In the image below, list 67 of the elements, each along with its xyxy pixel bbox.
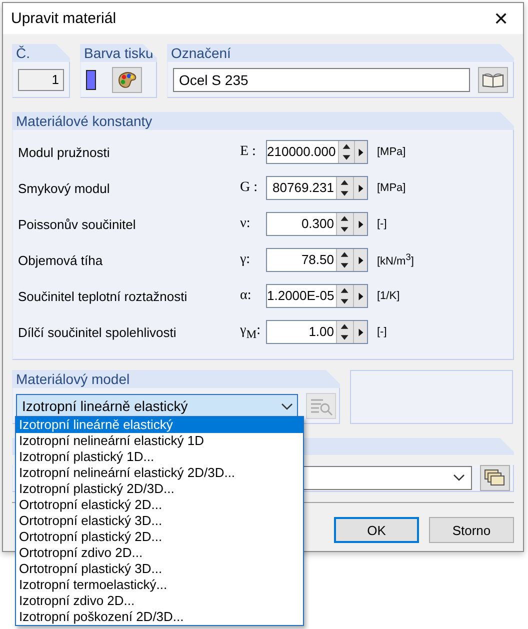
unit-label: [MPa] [376, 146, 406, 158]
dropdown-option[interactable]: Izotropní zdivo 2D... [16, 593, 303, 609]
unit-label: [1/K] [376, 290, 400, 302]
dropdown-option[interactable]: Izotropní nelineární elastický 1D [16, 433, 303, 449]
symbol-label: γ: [240, 252, 252, 268]
palette-icon [116, 70, 138, 90]
group-title: Barva tisku [80, 44, 157, 62]
group-title: Materiálový model [12, 370, 340, 388]
name-field[interactable]: Ocel S 235 [173, 68, 470, 92]
number-field[interactable]: 78.50 [266, 248, 368, 272]
dialog-button[interactable]: OK [334, 517, 419, 543]
group-title: Označení [167, 44, 514, 62]
number-field[interactable]: 80769.231 [266, 176, 368, 200]
spin-icon[interactable] [336, 213, 353, 235]
group-title: Materiálové konstanty [12, 112, 514, 130]
spin-icon[interactable] [336, 249, 353, 271]
dropdown-option[interactable]: Izotropní plastický 1D... [16, 449, 303, 465]
play-icon[interactable] [353, 321, 367, 343]
unit-label: [kN/m$^{3}$] [376, 252, 414, 268]
number-field[interactable]: 1.00 [266, 320, 368, 344]
dropdown-option[interactable]: Izotropní plastický 2D/3D... [16, 481, 303, 497]
symbol-label: E : [240, 144, 257, 160]
symbol-label: ν: [240, 216, 252, 232]
play-icon[interactable] [353, 249, 367, 271]
dropdown-option[interactable]: Ortotropní elastický 3D... [16, 513, 303, 529]
symbol-label: α: [240, 288, 252, 304]
property-label: Modul pružnosti [17, 144, 111, 160]
spin-icon[interactable] [336, 177, 353, 199]
number-field: 1 [18, 68, 64, 90]
close-icon[interactable]: ✕ [479, 8, 523, 30]
property-label: Smykový modul [17, 180, 111, 196]
symbol-label: γ$_{M}$: [240, 323, 262, 341]
play-icon[interactable] [353, 213, 367, 235]
spin-icon[interactable] [338, 141, 354, 163]
window-title: Upravit materiál [11, 10, 116, 27]
property-label: Objemová tíha [17, 252, 104, 268]
number-field[interactable]: 0.300 [266, 212, 368, 236]
unit-label: [MPa] [376, 182, 406, 194]
material-model-dropdown[interactable]: Izotropní lineárně elastický [16, 394, 298, 418]
dropdown-option[interactable]: Ortotropní plastický 3D... [16, 561, 303, 577]
book-icon [482, 72, 504, 88]
spin-icon[interactable] [336, 285, 354, 307]
palette-button[interactable] [112, 66, 142, 92]
spin-icon[interactable] [336, 321, 353, 343]
property-label: Součinitel teplotní roztažnosti [17, 288, 188, 304]
dropdown-option[interactable]: Izotropní lineárně elastický [16, 417, 303, 433]
symbol-label: G : [240, 180, 258, 196]
play-icon[interactable] [353, 177, 367, 199]
dropdown-option[interactable]: Izotropní poškození 2D/3D... [16, 609, 303, 625]
dropdown-option[interactable]: Ortotropní elastický 2D... [16, 497, 303, 513]
property-label: Dílčí součinitel spolehlivosti [17, 324, 178, 340]
book-button[interactable] [478, 66, 508, 92]
chevron-icon [453, 474, 465, 482]
unit-label: [-] [376, 218, 387, 230]
dropdown-option[interactable]: Izotropní termoelastický... [16, 577, 303, 593]
play-icon[interactable] [354, 141, 367, 163]
dialog-button[interactable]: Storno [429, 517, 514, 543]
windows-icon [484, 469, 506, 487]
dropdown-option[interactable]: Ortotropní plastický 2D... [16, 529, 303, 545]
play-icon[interactable] [353, 285, 367, 307]
unit-label: [-] [376, 326, 387, 338]
dropdown-option[interactable]: Ortotropní zdivo 2D... [16, 545, 303, 561]
group-title: Č. [12, 44, 70, 62]
property-label: Poissonův součinitel [17, 216, 137, 232]
number-field[interactable]: 210000.000 [266, 140, 368, 164]
number-field[interactable]: 1.2000E-05 [266, 284, 368, 308]
windows-button[interactable] [480, 465, 510, 491]
